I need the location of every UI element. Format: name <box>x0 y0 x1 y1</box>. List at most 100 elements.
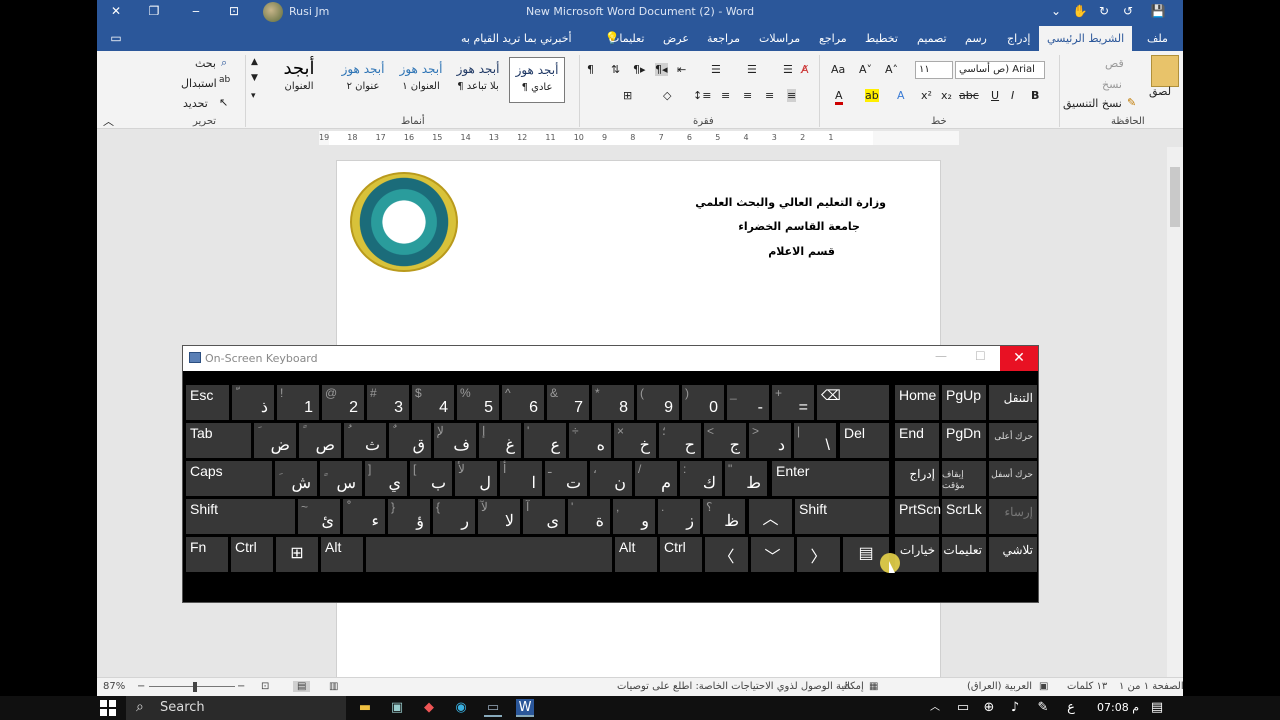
key-k2[interactable]: ! 1 <box>277 385 319 420</box>
key-n[interactable]: آى <box>523 499 565 534</box>
key-k8[interactable]: & 7 <box>547 385 589 420</box>
key-lctrl[interactable]: Ctrl <box>231 537 273 572</box>
customize-icon[interactable]: ⌄ <box>1047 4 1065 18</box>
key-mvup[interactable]: حرك أعلى <box>989 423 1037 458</box>
read-mode-icon[interactable]: ▥ <box>329 681 338 692</box>
key-c[interactable]: } ؤ <box>388 499 430 534</box>
font-color-icon[interactable]: A <box>835 89 843 105</box>
tab-insert[interactable]: إدراج <box>1007 32 1030 45</box>
undo-icon[interactable]: ↺ <box>1119 4 1137 18</box>
select-button[interactable]: تحديد <box>183 97 208 110</box>
keyboard-app-icon[interactable]: ▭ <box>484 699 502 717</box>
proofing-icon[interactable]: ▣ <box>1039 681 1048 692</box>
key-k12[interactable]: _ - <box>727 385 769 420</box>
doc-line-department[interactable]: قسم الاعلام <box>768 245 835 258</box>
touch-mode-icon[interactable]: ✋ <box>1071 4 1089 18</box>
key-right[interactable]: 〉 <box>797 537 840 572</box>
key-lshift[interactable]: Shift <box>186 499 295 534</box>
scrollbar-thumb[interactable] <box>1170 167 1180 227</box>
clear-format-icon[interactable]: A̸ <box>801 63 809 76</box>
key-m[interactable]: ' ة <box>568 499 610 534</box>
key-lb[interactable]: < ج <box>704 423 746 458</box>
style-heading-2[interactable]: أبجد هوز عنوان ٢ <box>335 57 391 103</box>
key-f[interactable]: [ب <box>410 461 452 496</box>
key-v[interactable]: {ر <box>433 499 475 534</box>
store-icon[interactable]: ▣ <box>388 699 406 717</box>
key-pause[interactable]: إيقاف مؤقت <box>942 461 986 496</box>
key-down[interactable]: ﹀ <box>751 537 794 572</box>
multilevel-icon[interactable]: ☰ <box>711 63 721 76</box>
volume-icon[interactable]: ♪ <box>1006 699 1024 717</box>
key-k5[interactable]: $4 <box>412 385 454 420</box>
key-k3[interactable]: @2 <box>322 385 364 420</box>
style-no-spacing[interactable]: أبجد هوز ¶ بلا تباعد <box>451 57 505 103</box>
key-enter[interactable]: Enter <box>772 461 889 496</box>
doc-line-university[interactable]: جامعة القاسم الخضراء <box>738 220 860 233</box>
key-ralt[interactable]: Alt <box>615 537 657 572</box>
justify-icon[interactable]: ≡ <box>787 89 797 102</box>
borders-icon[interactable]: ⊞ <box>623 89 632 102</box>
key-k4[interactable]: #3 <box>367 385 409 420</box>
style-normal[interactable]: أبجد هوز ¶ عادي <box>509 57 565 103</box>
sort-icon[interactable]: ⇅ <box>611 63 620 76</box>
key-tab[interactable]: Tab <box>186 423 251 458</box>
key-rctrl[interactable]: Ctrl <box>660 537 702 572</box>
shading-icon[interactable]: ◇ <box>663 89 671 102</box>
style-title[interactable]: أبجد العنوان <box>267 57 331 103</box>
key-comma[interactable]: ,و <box>613 499 655 534</box>
font-size-combo[interactable]: ١١ <box>915 61 953 79</box>
key-r[interactable]: ٌق <box>389 423 431 458</box>
file-explorer-icon[interactable]: ▬ <box>356 699 374 717</box>
key-t[interactable]: لإ ف <box>434 423 476 458</box>
key-help[interactable]: تعليمات <box>942 537 986 572</box>
format-painter-button[interactable]: نسخ التنسيق <box>1063 97 1122 110</box>
key-nav[interactable]: التنقل <box>989 385 1037 420</box>
redo-icon[interactable]: ↻ <box>1095 4 1113 18</box>
key-i[interactable]: ÷ ه <box>569 423 611 458</box>
edge-icon[interactable]: ◉ <box>452 699 470 717</box>
key-bksp[interactable]: ⌫ <box>817 385 889 420</box>
page-count[interactable]: الصفحة ١ من ١ <box>1119 681 1183 692</box>
decrease-indent-icon[interactable]: ⇤ <box>677 63 686 76</box>
key-k9[interactable]: * 8 <box>592 385 634 420</box>
key-g[interactable]: لأ ل <box>455 461 497 496</box>
key-scrlk[interactable]: ScrLk <box>942 499 986 534</box>
tab-home[interactable]: الشريط الرئيسي <box>1039 26 1133 51</box>
key-b[interactable]: لآ لا <box>478 499 520 534</box>
key-o[interactable]: × خ <box>614 423 656 458</box>
print-layout-icon[interactable]: ▤ <box>293 681 311 692</box>
key-slash[interactable]: ؟ ظ <box>703 499 745 534</box>
key-options[interactable]: خيارات <box>895 537 939 572</box>
key-w[interactable]: ًص <box>299 423 341 458</box>
language-status[interactable]: العربية (العراق) <box>967 681 1032 692</box>
key-k1[interactable]: ّذ <box>232 385 274 420</box>
subscript-icon[interactable]: x₂ <box>941 89 952 102</box>
shrink-font-icon[interactable]: A˅ <box>859 63 872 76</box>
key-space[interactable] <box>366 537 612 572</box>
notifications-icon[interactable]: ▤ <box>1148 699 1166 717</box>
key-rshift[interactable]: Shift <box>795 499 889 534</box>
doc-line-ministry[interactable]: وزارة التعليم العالي والبحث العلمي <box>695 196 886 209</box>
key-home[interactable]: Home <box>895 385 939 420</box>
key-j[interactable]: ـت <box>545 461 587 496</box>
comments-icon[interactable]: ▭ <box>107 31 125 45</box>
osk-title-bar[interactable]: On-Screen Keyboard — ☐ ✕ <box>183 346 1038 371</box>
pen-icon[interactable]: ✎ <box>1034 699 1052 717</box>
replace-button[interactable]: استبدال <box>181 77 217 90</box>
key-k11[interactable]: ) 0 <box>682 385 724 420</box>
change-case-icon[interactable]: Aa <box>831 63 845 76</box>
font-name-combo[interactable]: ص أساسي) Arial <box>955 61 1045 79</box>
bold-icon[interactable]: B <box>1031 89 1039 102</box>
key-pgup[interactable]: PgUp <box>942 385 986 420</box>
zoom-level[interactable]: 87% <box>103 681 125 692</box>
rtl-icon[interactable]: ¶▸ <box>633 63 646 76</box>
network-icon[interactable]: ⊕ <box>980 699 998 717</box>
align-right-icon[interactable]: ≡ <box>765 89 774 102</box>
tab-help[interactable]: تعليمات <box>609 32 644 45</box>
input-language[interactable]: ع <box>1062 699 1080 717</box>
key-x[interactable]: ْء <box>343 499 385 534</box>
key-fadeout[interactable]: تلاشي <box>989 537 1037 572</box>
ltr-icon[interactable]: ¶◂ <box>655 63 668 76</box>
key-k6[interactable]: % 5 <box>457 385 499 420</box>
maximize-icon[interactable]: ☐ <box>975 349 986 363</box>
